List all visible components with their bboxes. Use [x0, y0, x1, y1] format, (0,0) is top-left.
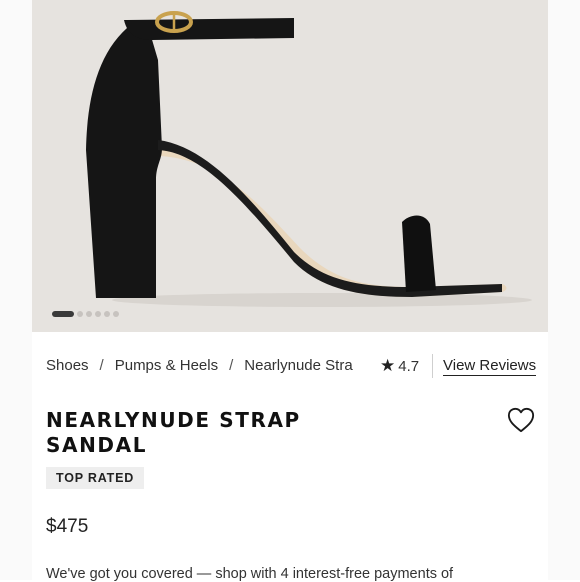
rating-value: 4.7 [398, 357, 420, 375]
right-margin [548, 0, 580, 580]
carousel-dot-4[interactable] [95, 311, 101, 317]
breadcrumb-separator: / [229, 357, 234, 374]
breadcrumb-current: Nearlynude Stra [244, 357, 353, 374]
carousel-dot-2[interactable] [77, 311, 83, 317]
product-image-carousel[interactable] [32, 0, 548, 332]
product-rating: ★ 4.7 [380, 356, 419, 376]
carousel-dot-6[interactable] [113, 311, 119, 317]
product-title: NEARLYNUDE STRAP SANDAL [46, 408, 301, 457]
shoe-shadow [112, 293, 532, 307]
breadcrumb-separator: / [99, 357, 104, 374]
breadcrumb: Shoes / Pumps & Heels / Nearlynude Stra [46, 357, 353, 374]
carousel-dot-1[interactable] [52, 311, 74, 317]
breadcrumb-shoes[interactable]: Shoes [46, 357, 89, 374]
rating-divider [432, 354, 433, 378]
sandal-ankle-strap [124, 18, 294, 40]
carousel-indicators[interactable] [52, 311, 119, 317]
product-info: Shoes / Pumps & Heels / Nearlynude Stra … [32, 332, 548, 582]
sandal-toe-strap [402, 215, 436, 292]
sandal-image [86, 11, 532, 307]
sandal-heel [86, 26, 162, 298]
star-icon: ★ [380, 356, 396, 375]
product-price: $475 [46, 516, 89, 537]
breadcrumb-pumps-heels[interactable]: Pumps & Heels [115, 357, 218, 374]
heart-icon[interactable] [506, 406, 536, 434]
left-margin [0, 0, 32, 580]
carousel-dot-5[interactable] [104, 311, 110, 317]
view-reviews-link[interactable]: View Reviews [443, 357, 537, 376]
top-rated-badge: TOP RATED [46, 467, 145, 489]
carousel-dot-3[interactable] [86, 311, 92, 317]
